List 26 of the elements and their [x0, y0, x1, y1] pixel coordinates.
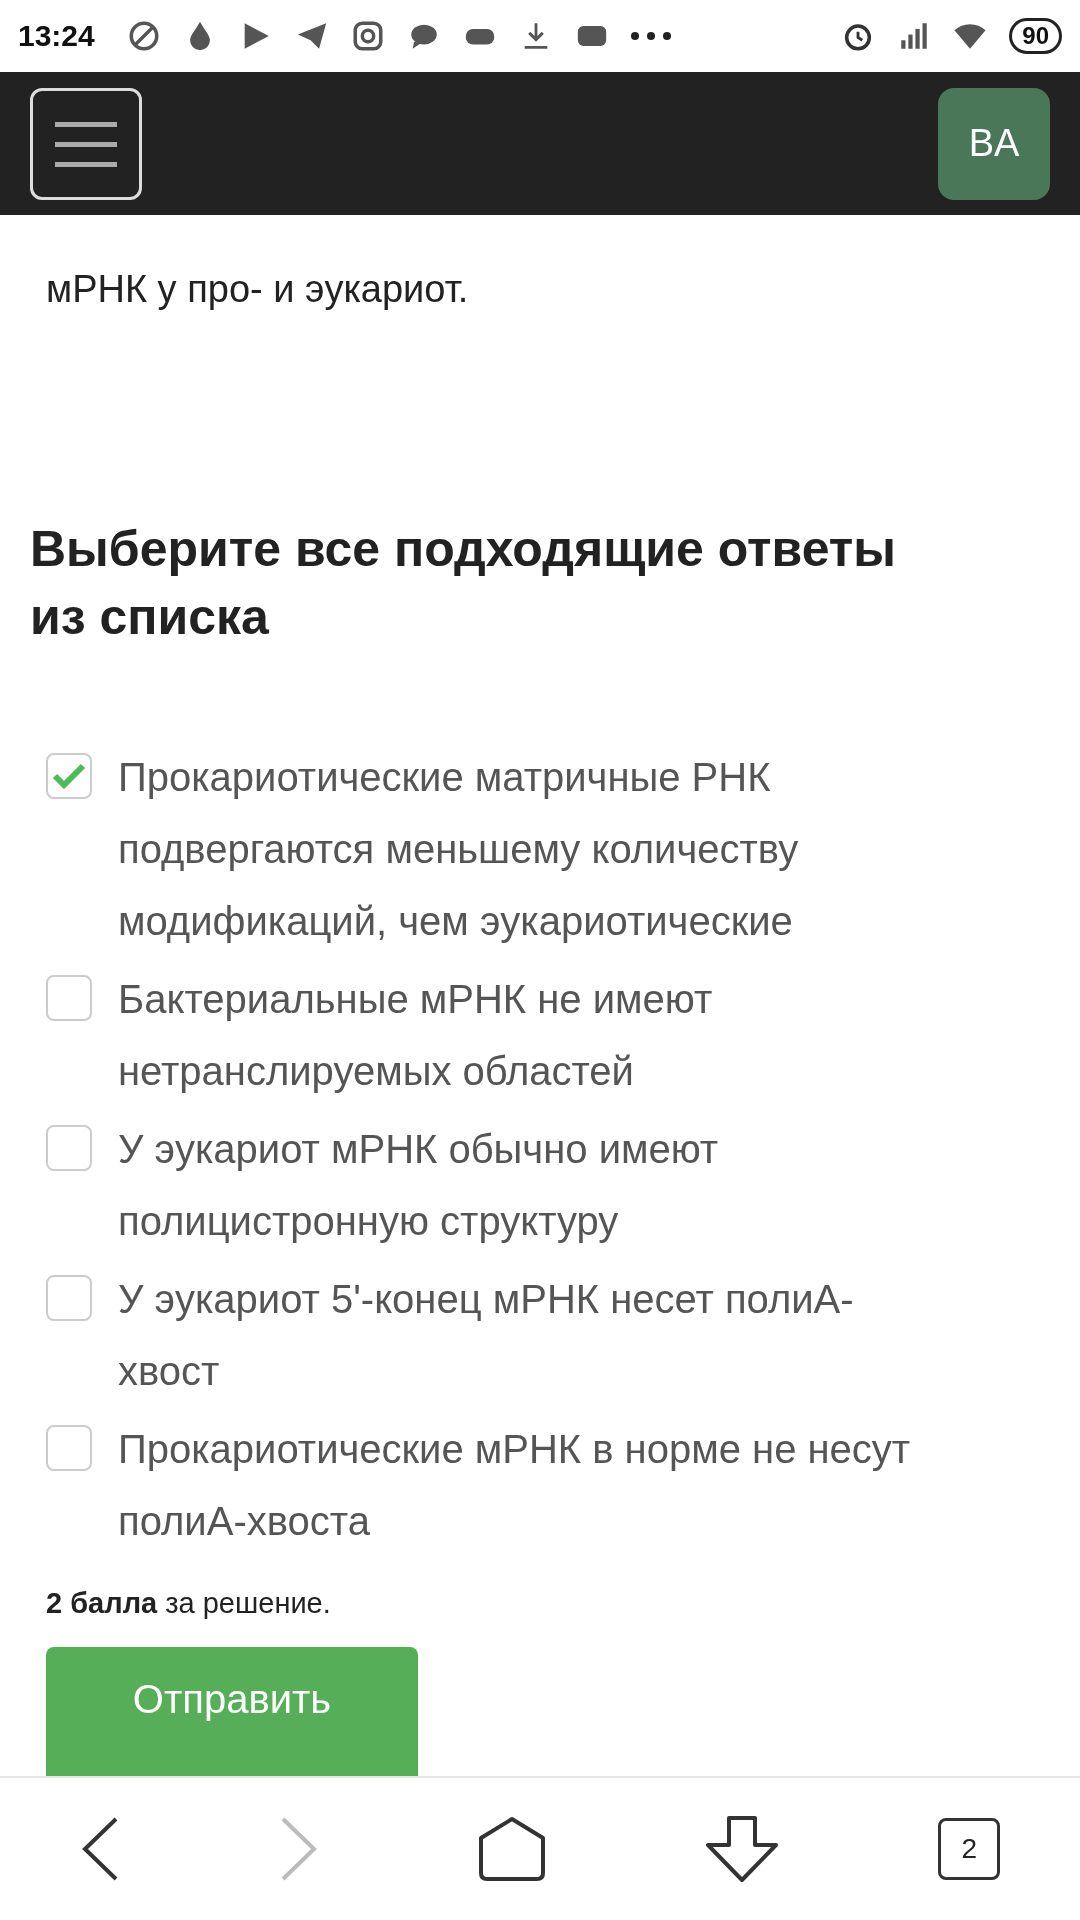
points-note: 2 балла за решение.: [46, 1586, 332, 1621]
checkbox[interactable]: [46, 1425, 92, 1471]
down-arrow-icon: [705, 1815, 780, 1883]
checkbox[interactable]: [46, 975, 92, 1021]
more-icon: [630, 32, 671, 40]
checkbox[interactable]: [46, 1275, 92, 1321]
answer-option[interactable]: У эукариот мРНК обычно имеют полицистронную структуру: [118, 1113, 948, 1257]
section-heading: Выберите все подходящие ответы из списка: [30, 520, 897, 647]
download-button[interactable]: [705, 1815, 780, 1883]
answer-option[interactable]: Бактериальные мРНК не имеют нетранслируемых областей: [118, 963, 948, 1107]
menu-button[interactable]: [30, 87, 142, 200]
clock-time: 13:24: [18, 19, 95, 53]
user-avatar[interactable]: BA: [938, 87, 1050, 200]
camera-icon: [350, 19, 385, 53]
checkbox[interactable]: [46, 753, 92, 799]
battery-level: 90: [1009, 18, 1062, 54]
menu-icon: [55, 119, 117, 168]
answer-option[interactable]: У эукариот 5'-конец мРНК несет полиА-хвост: [118, 1263, 948, 1407]
answer-option[interactable]: Прокариотические матричные РНК подвергаются меньшему количеству модификаций, чем эукариотические: [118, 741, 948, 957]
tabs-button[interactable]: 2: [938, 1818, 1001, 1880]
answer-option[interactable]: Прокариотические мРНК в норме не несут полиА-хвоста: [118, 1413, 948, 1557]
checkbox[interactable]: [46, 1125, 92, 1171]
check-icon: [52, 762, 86, 790]
home-button[interactable]: [477, 1816, 546, 1882]
home-icon: [477, 1816, 546, 1882]
question-text: мРНК у про- и эукариот.: [46, 267, 470, 312]
